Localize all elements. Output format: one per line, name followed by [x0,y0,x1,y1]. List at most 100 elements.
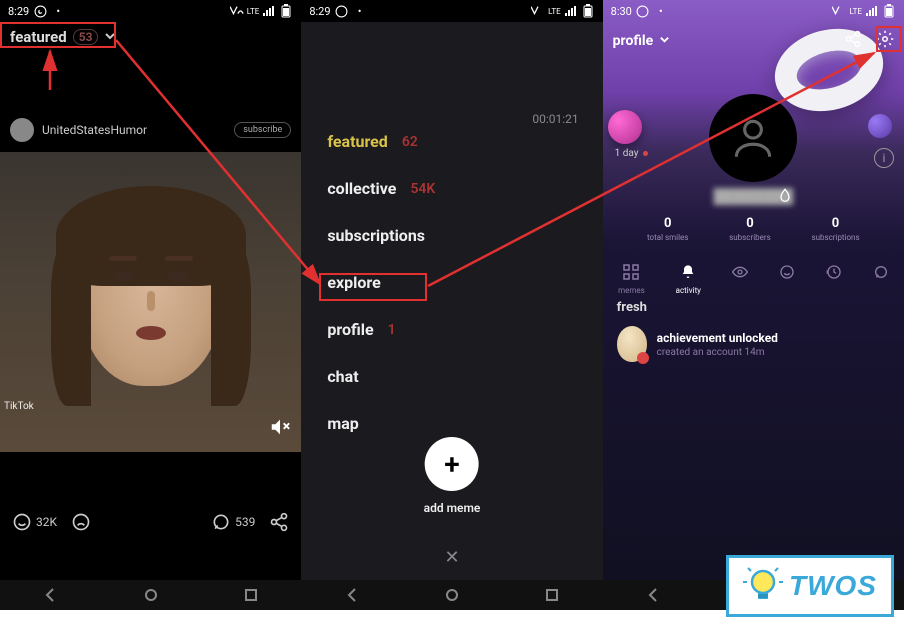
profile-avatar[interactable] [709,94,797,182]
menu-item-subscriptions[interactable]: subscriptions [327,226,576,245]
stat-label: subscribers [729,233,771,242]
profile-header: profile [603,22,904,60]
menu-item-featured[interactable]: featured 62 [327,132,576,151]
achievement-subtitle: created an account 14m [657,347,778,358]
bell-icon [676,264,701,284]
nav-back-button[interactable] [38,583,62,607]
network-label: LTE [548,7,561,16]
feed-screen: 8:29 • LTE featured 53 UnitedState [0,0,301,610]
plus-icon: + [444,448,459,481]
stat-smiles[interactable]: 0 total smiles [647,216,688,242]
post-actions-bar: 32K 539 [0,502,301,542]
video-face-illustration [81,206,221,386]
dot-icon: • [51,4,65,18]
achievement-item[interactable]: achievement unlocked created an account … [617,320,890,362]
grid-icon [618,264,645,284]
post-author-row[interactable]: UnitedStatesHumor subscribe [0,112,301,148]
stat-label: subscriptions [811,233,859,242]
tiktok-watermark: TikTok [4,401,34,412]
annotation-highlight-settings [876,26,902,52]
profile-tabs: memes activity [603,258,904,301]
smile-button[interactable]: 32K [12,512,57,532]
add-meme-section: + add meme [424,437,481,515]
android-navbar [301,580,602,610]
main-menu: featured 62 collective 54K subscriptions… [301,22,602,433]
verified-drop-icon [777,188,793,208]
close-icon: ✕ [444,547,459,568]
comments-button[interactable]: 539 [211,512,255,532]
author-avatar[interactable] [10,118,34,142]
unsmile-button[interactable] [71,512,91,532]
menu-count: 1 [388,322,396,338]
info-button[interactable]: i [874,148,894,168]
vowifi-icon [230,4,244,18]
nav-home-button[interactable] [139,583,163,607]
timer-label: 00:01:21 [532,112,578,126]
menu-item-collective[interactable]: collective 54K [327,179,576,198]
tab-watched[interactable] [732,264,748,295]
tab-activity[interactable]: activity [676,264,701,295]
menu-count: 62 [402,134,418,150]
stat-subscribers[interactable]: 0 subscribers [729,216,771,242]
battery-icon [279,4,293,18]
tab-smiled[interactable] [779,264,795,295]
stat-value: 0 [811,216,859,231]
nav-back-button[interactable] [641,583,665,607]
stat-subscriptions[interactable]: 0 subscriptions [811,216,859,242]
nav-back-button[interactable] [340,583,364,607]
share-icon[interactable] [844,30,862,52]
nav-recent-button[interactable] [540,583,564,607]
profile-title: profile [613,33,654,49]
logo-text: TWOS [789,570,877,602]
stat-value: 0 [729,216,771,231]
decorative-sphere [868,114,892,138]
history-icon [826,264,842,284]
post-video[interactable]: TikTok [0,152,301,452]
nav-home-button[interactable] [440,583,464,607]
achievement-egg-icon [617,326,647,362]
lightbulb-icon [743,566,783,606]
menu-item-profile[interactable]: profile 1 [327,320,576,339]
tab-history[interactable] [826,264,842,295]
menu-item-chat[interactable]: chat [327,367,576,386]
status-bar: 8:29 • LTE [301,0,602,22]
battery-icon [581,4,595,18]
menu-count: 54K [410,181,435,197]
signal-icon [865,4,879,18]
close-button[interactable]: ✕ [444,547,459,568]
comments-count: 539 [235,515,255,529]
network-label: LTE [849,7,862,16]
dot-icon: • [654,4,668,18]
eye-icon [732,264,748,284]
battery-icon [882,4,896,18]
status-bar: 8:29 • LTE [0,0,301,22]
menu-item-map[interactable]: map [327,414,576,433]
share-button[interactable] [269,512,289,532]
profile-stats: 0 total smiles 0 subscribers 0 subscript… [603,216,904,242]
status-time: 8:29 [8,5,29,18]
dot-icon: • [353,4,367,18]
mute-icon[interactable] [269,416,291,442]
stat-value: 0 [647,216,688,231]
day-label: 1 day [615,148,639,159]
subscribe-button[interactable]: subscribe [234,122,291,138]
menu-label: collective [327,179,396,198]
nav-recent-button[interactable] [239,583,263,607]
tab-comments[interactable] [873,264,889,295]
tab-memes[interactable]: memes [618,264,645,295]
status-time: 8:29 [309,5,330,18]
smile-icon [779,264,795,284]
menu-label: featured [327,132,387,151]
achievement-title: achievement unlocked [657,331,778,345]
whatsapp-icon [636,4,650,18]
add-meme-label: add meme [424,501,481,515]
dot-icon [643,151,648,156]
status-time: 8:30 [611,5,632,18]
chevron-down-icon[interactable] [659,33,670,49]
android-navbar [0,580,301,610]
menu-label: subscriptions [327,226,425,245]
twos-logo: TWOS [726,555,894,617]
menu-label: chat [327,367,358,386]
vowifi-icon [832,4,846,18]
add-meme-button[interactable]: + [425,437,479,491]
